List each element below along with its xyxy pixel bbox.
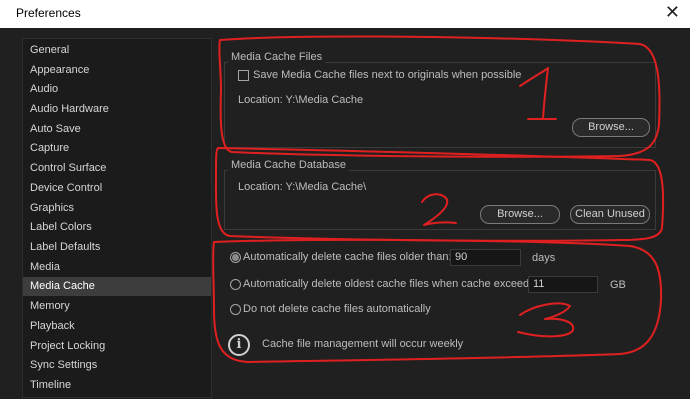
annotation-outline-3 xyxy=(212,238,663,363)
annotation-number-2 xyxy=(421,193,457,226)
annotation-number-1 xyxy=(519,67,557,120)
annotation-number-3 xyxy=(517,302,575,338)
red-annotation-overlay xyxy=(212,35,665,363)
annotation-outline-1 xyxy=(218,35,661,158)
